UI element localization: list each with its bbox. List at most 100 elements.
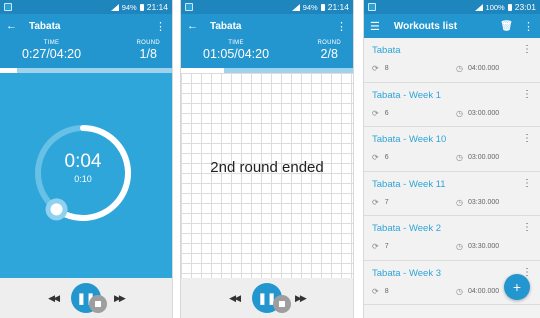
clock-icon: ◷	[456, 242, 463, 251]
notification-icon	[368, 3, 376, 11]
item-more-options-icon[interactable]: ⋮	[522, 178, 532, 189]
workout-meta: ⟳ 6 ◷ 03:00.000	[372, 153, 532, 162]
workout-reps: ⟳ 6	[372, 153, 456, 162]
workout-reps: ⟳ 6	[372, 109, 456, 118]
notification-icon	[4, 3, 12, 11]
clock-icon: ◷	[456, 64, 463, 73]
status-time: 21:14	[327, 2, 349, 12]
ring-knob-center	[50, 203, 63, 216]
signal-icon	[474, 3, 483, 11]
timer-sub: 0:10	[74, 174, 92, 184]
round-value: 2/8	[320, 47, 338, 61]
status-time: 23:01	[514, 2, 536, 12]
round-message-area: 2nd round ended	[181, 73, 353, 278]
item-more-options-icon[interactable]: ⋮	[522, 44, 532, 55]
notification-icon	[185, 3, 193, 11]
workout-meta: ⟳ 7 ◷ 03:30.000	[372, 198, 532, 207]
playback-controls: ◀◀ ❚❚ ▶▶	[0, 278, 172, 318]
battery-percent: 94%	[302, 2, 318, 12]
repeat-icon: ⟳	[372, 197, 379, 207]
add-workout-button[interactable]: +	[504, 274, 530, 300]
rewind-icon[interactable]: ◀◀	[48, 293, 60, 304]
round-label: ROUND	[136, 40, 160, 46]
workout-reps: ⟳ 7	[372, 242, 456, 251]
info-bar: TIME 01:05/04:20 ROUND 2/8	[181, 38, 353, 68]
item-more-options-icon[interactable]: ⋮	[522, 222, 532, 233]
duration-value: 03:00.000	[467, 109, 500, 117]
menu-icon[interactable]: ☰	[370, 20, 380, 33]
workout-reps: ⟳ 8	[372, 64, 456, 73]
status-bar: 94% 21:14	[0, 0, 172, 14]
battery-percent: 100%	[485, 2, 505, 12]
more-options-icon[interactable]: ⋮	[155, 20, 166, 33]
workout-duration: ◷ 03:00.000	[456, 109, 499, 118]
workout-name: Tabata	[372, 45, 401, 56]
repeat-icon: ⟳	[372, 286, 379, 296]
signal-icon	[291, 3, 300, 11]
round-ended-message: 2nd round ended	[210, 159, 324, 176]
round-label: ROUND	[317, 40, 341, 46]
fast-forward-icon[interactable]: ▶▶	[295, 293, 307, 304]
trash-icon[interactable]: 🗑	[500, 21, 513, 32]
back-arrow-icon[interactable]: ←	[6, 20, 17, 32]
back-arrow-icon[interactable]: ←	[187, 20, 198, 32]
stop-icon	[95, 301, 101, 307]
toolbar: ☰ Workouts list 🗑 ⋮	[364, 14, 540, 38]
stop-button[interactable]	[273, 295, 291, 313]
duration-value: 03:30.000	[467, 243, 500, 250]
workout-meta: ⟳ 8 ◷ 04:00.000	[372, 64, 532, 73]
stop-icon	[279, 301, 285, 307]
reps-value: 8	[384, 65, 389, 72]
workout-duration: ◷ 03:30.000	[456, 198, 499, 207]
clock-icon: ◷	[456, 286, 463, 296]
toolbar-title: Tabata	[29, 20, 61, 32]
workout-meta: ⟳ 7 ◷ 03:30.000	[372, 242, 532, 251]
status-bar: 94% 21:14	[181, 0, 353, 14]
workout-duration: ◷ 04:00.000	[456, 64, 499, 73]
workout-item[interactable]: Tabata - Week 11 ⟳ 7 ◷ 03:30.000 ⋮	[364, 172, 540, 216]
workout-duration: ◷ 04:00.000	[456, 287, 499, 296]
workout-name: Tabata - Week 10	[372, 134, 447, 145]
workout-item[interactable]: Tabata - Week 10 ⟳ 6 ◷ 03:00.000 ⋮	[364, 127, 540, 172]
reps-value: 7	[384, 243, 389, 250]
repeat-icon: ⟳	[372, 242, 379, 251]
workout-reps: ⟳ 8	[372, 287, 456, 296]
item-more-options-icon[interactable]: ⋮	[522, 133, 532, 144]
status-bar: 100% 23:01	[364, 0, 540, 14]
timer-main: 0:04	[64, 151, 102, 172]
workout-name: Tabata - Week 11	[372, 178, 446, 190]
reps-value: 7	[384, 198, 389, 206]
toolbar-title: Tabata	[210, 20, 242, 32]
workouts-list-screen: 100% 23:01 ☰ Workouts list 🗑 ⋮ Tabata ⟳ 8 ◷…	[364, 0, 540, 318]
repeat-icon: ⟳	[372, 64, 379, 73]
clock-icon: ◷	[456, 108, 463, 118]
more-options-icon[interactable]: ⋮	[523, 20, 534, 33]
battery-icon	[507, 3, 512, 11]
clock-icon: ◷	[456, 153, 463, 162]
workout-name: Tabata - Week 1	[372, 89, 442, 101]
reps-value: 6	[384, 154, 389, 161]
toolbar-title: Workouts list	[393, 20, 458, 32]
workout-duration: ◷ 03:00.000	[456, 153, 499, 162]
battery-percent: 94%	[121, 2, 137, 12]
time-value: 0:27/04:20	[22, 47, 82, 61]
workout-duration: ◷ 03:30.000	[456, 242, 499, 251]
more-options-icon[interactable]: ⋮	[336, 20, 347, 33]
round-ended-screen: 94% 21:14 ← Tabata ⋮ TIME 01:05/04:20 RO…	[181, 0, 353, 318]
clock-icon: ◷	[456, 197, 463, 207]
rewind-icon[interactable]: ◀◀	[229, 293, 241, 304]
repeat-icon: ⟳	[372, 153, 379, 162]
item-more-options-icon[interactable]: ⋮	[522, 89, 532, 100]
reps-value: 8	[384, 287, 389, 295]
stop-button[interactable]	[89, 295, 107, 313]
duration-value: 04:00.000	[467, 65, 500, 72]
workout-item[interactable]: Tabata - Week 2 ⟳ 7 ◷ 03:30.000 ⋮	[364, 216, 540, 261]
playback-controls: ◀◀ ❚❚ ▶▶	[181, 278, 353, 318]
workout-item[interactable]: Tabata ⟳ 8 ◷ 04:00.000 ⋮	[364, 38, 540, 83]
workout-item[interactable]: Tabata - Week 1 ⟳ 6 ◷ 03:00.000 ⋮	[364, 83, 540, 127]
repeat-icon: ⟳	[372, 108, 379, 118]
fast-forward-icon[interactable]: ▶▶	[114, 293, 126, 304]
time-label: TIME	[228, 40, 244, 46]
duration-value: 03:00.000	[467, 154, 500, 161]
workout-name: Tabata - Week 2	[372, 223, 442, 234]
